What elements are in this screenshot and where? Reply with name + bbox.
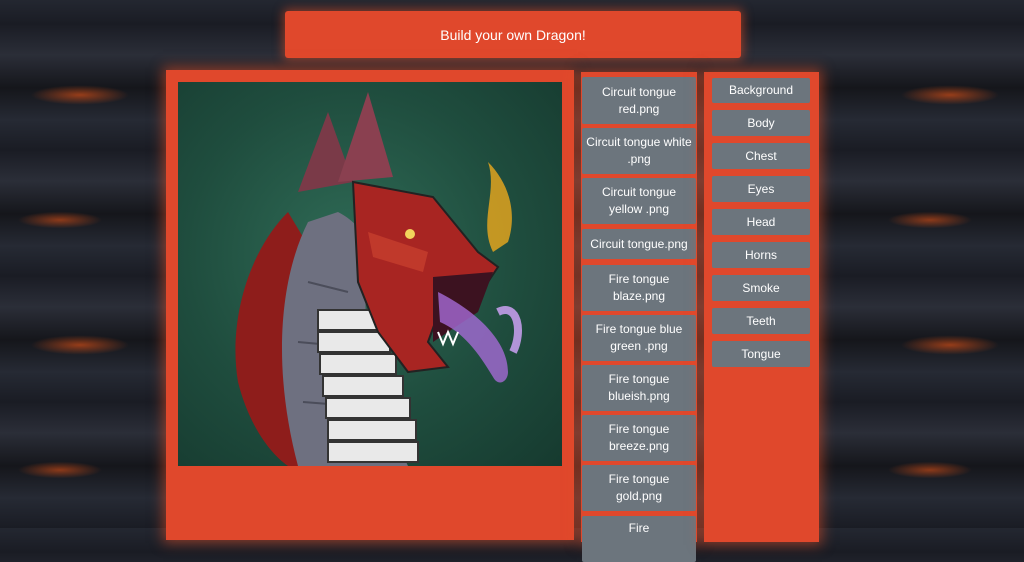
preview-panel: [166, 70, 574, 540]
file-button[interactable]: Fire tongue blue green .png: [582, 315, 696, 361]
category-button-body[interactable]: Body: [712, 110, 810, 136]
page-title: Build your own Dragon!: [440, 26, 586, 43]
page-header: Build your own Dragon!: [285, 11, 741, 58]
category-button-eyes[interactable]: Eyes: [712, 176, 810, 202]
file-button[interactable]: Fire tongue gold.png: [582, 465, 696, 511]
file-button[interactable]: Circuit tongue.png: [582, 229, 696, 259]
file-button[interactable]: Fire tongue breeze.png: [582, 415, 696, 461]
file-button[interactable]: Fire: [582, 516, 696, 562]
file-button[interactable]: Circuit tongue white .png: [582, 128, 696, 174]
category-button-smoke[interactable]: Smoke: [712, 275, 810, 301]
category-panel: Background Body Chest Eyes Head Horns Sm…: [704, 72, 819, 542]
category-button-head[interactable]: Head: [712, 209, 810, 235]
category-button-teeth[interactable]: Teeth: [712, 308, 810, 334]
file-button[interactable]: Fire tongue blaze.png: [582, 265, 696, 311]
dragon-image: [235, 92, 522, 466]
file-list-panel: Circuit tongue red.png Circuit tongue wh…: [581, 72, 697, 562]
dragon-preview: [178, 82, 562, 466]
file-button[interactable]: Circuit tongue yellow .png: [582, 178, 696, 224]
category-button-horns[interactable]: Horns: [712, 242, 810, 268]
file-button[interactable]: Circuit tongue red.png: [582, 77, 696, 124]
category-button-background[interactable]: Background: [712, 78, 810, 103]
file-button[interactable]: Fire tongue blueish.png: [582, 365, 696, 411]
category-button-chest[interactable]: Chest: [712, 143, 810, 169]
category-button-tongue[interactable]: Tongue: [712, 341, 810, 367]
